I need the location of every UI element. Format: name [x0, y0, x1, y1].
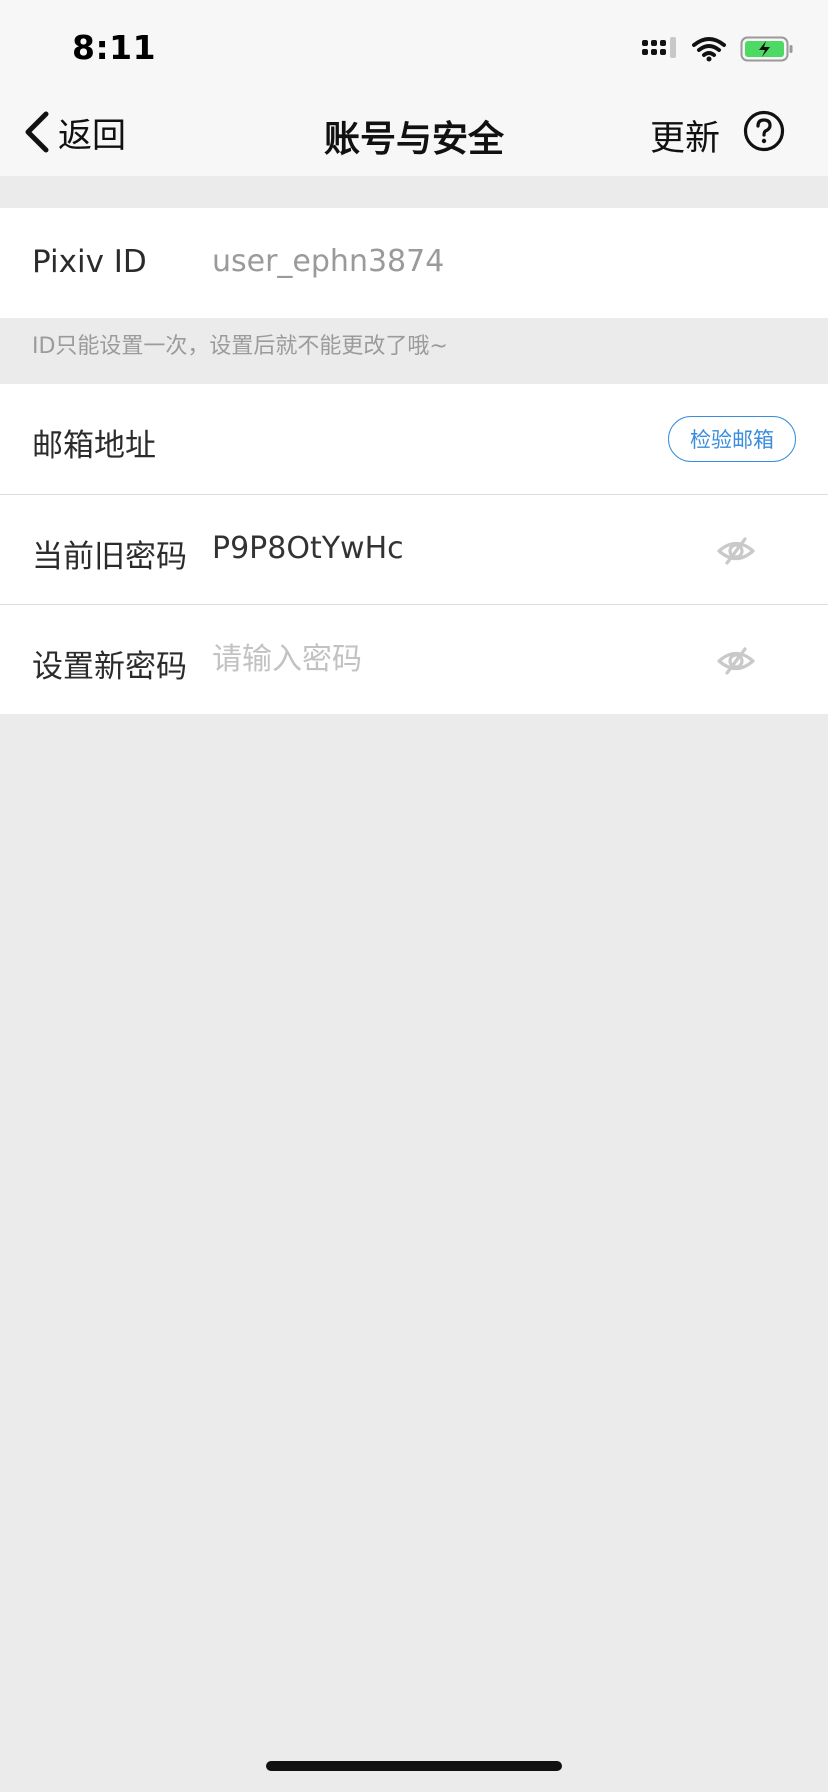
status-time: 8:11 [72, 28, 157, 67]
pixiv-id-hint: ID只能设置一次，设置后就不能更改了哦~ [32, 334, 448, 359]
eye-hidden-icon[interactable] [716, 531, 756, 571]
verify-email-button[interactable]: 检验邮箱 [668, 416, 796, 462]
new-password-row: 设置新密码 [0, 604, 828, 714]
help-icon[interactable] [743, 110, 785, 152]
new-password-label: 设置新密码 [32, 649, 187, 685]
pixiv-id-label: Pixiv ID [32, 244, 147, 280]
eye-hidden-icon[interactable] [716, 641, 756, 681]
pixiv-id-row: Pixiv ID user_ephn3874 [0, 208, 828, 318]
account-security-screen: 8:11 返回 账号与安全 更新 Pixiv ID user_ephn3874 … [0, 0, 828, 1792]
current-password-label: 当前旧密码 [32, 539, 187, 575]
status-indicators [642, 34, 794, 64]
current-password-field[interactable]: P9P8OtYwHc [212, 531, 404, 566]
email-row[interactable]: 邮箱地址 检验邮箱 [0, 384, 828, 494]
home-indicator[interactable] [266, 1761, 562, 1771]
pixiv-id-value: user_ephn3874 [212, 244, 445, 279]
current-password-row: 当前旧密码 P9P8OtYwHc [0, 494, 828, 604]
navigation-bar: 返回 账号与安全 更新 [0, 88, 828, 176]
cellular-signal-icon [642, 37, 676, 58]
email-label: 邮箱地址 [32, 428, 156, 464]
pixiv-id-group: Pixiv ID user_ephn3874 [0, 208, 828, 318]
update-button[interactable]: 更新 [650, 110, 720, 161]
status-bar: 8:11 [0, 0, 828, 88]
credentials-group: 邮箱地址 检验邮箱 当前旧密码 P9P8OtYwHc 设置新密码 [0, 384, 828, 714]
battery-charging-icon [740, 36, 793, 62]
new-password-input[interactable] [212, 633, 672, 685]
wifi-icon [692, 37, 726, 62]
